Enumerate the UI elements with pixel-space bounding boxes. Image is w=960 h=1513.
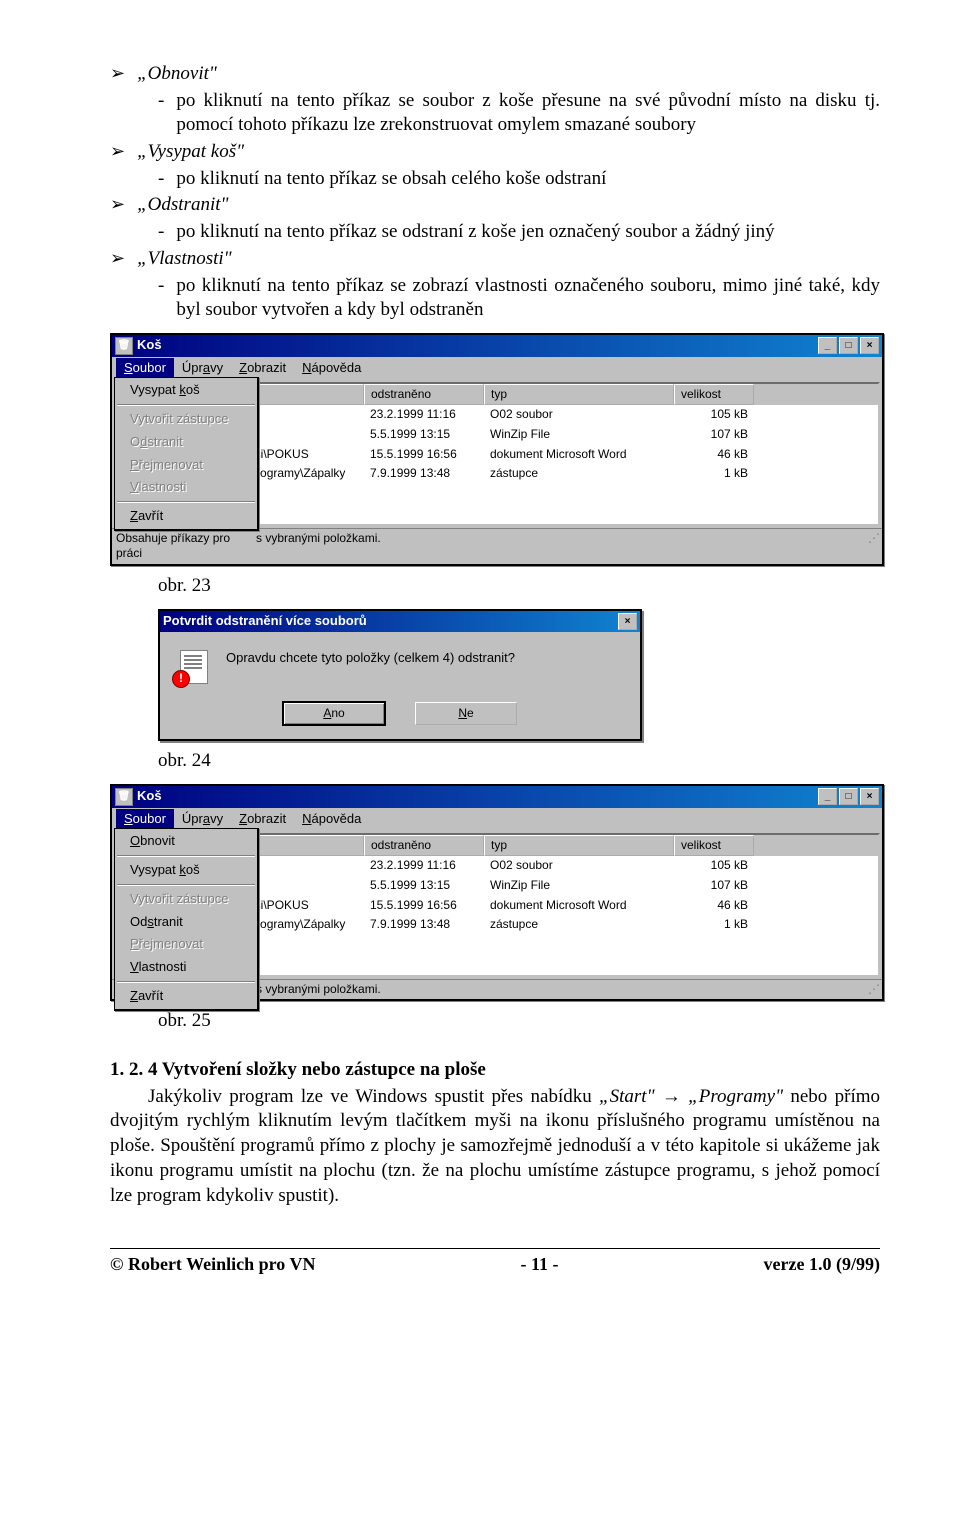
bullet-sub: po kliknutí na tento příkaz se odstraní … bbox=[176, 220, 774, 245]
section-paragraph: Jakýkoliv program lze ve Windows spustit… bbox=[110, 1085, 880, 1208]
menu-napoveda[interactable]: Nápověda bbox=[294, 358, 369, 379]
dd-zavrit[interactable]: Zavřít bbox=[116, 505, 256, 528]
col-size[interactable]: velikost bbox=[674, 384, 754, 406]
trash-icon: 🗑 bbox=[115, 788, 133, 806]
resize-grip-icon[interactable]: ⋰ bbox=[868, 982, 878, 998]
dd-odstranit[interactable]: Odstranit bbox=[116, 911, 256, 934]
col-deleted[interactable]: odstraněno bbox=[364, 384, 484, 406]
minimize-button[interactable]: _ bbox=[818, 337, 837, 354]
titlebar[interactable]: 🗑 Koš _ □ × bbox=[112, 335, 882, 357]
menu-soubor[interactable]: Soubor bbox=[116, 809, 174, 830]
dd-obnovit[interactable]: Obnovit bbox=[116, 830, 256, 853]
maximize-button[interactable]: □ bbox=[839, 788, 858, 805]
dd-odstranit: Odstranit bbox=[116, 431, 256, 454]
bullet-title: „Vlastnosti" bbox=[137, 247, 232, 272]
close-button[interactable]: × bbox=[860, 337, 879, 354]
kos-window-25: 🗑 Koš _ □ × Soubor Úpravy Zobrazit Nápov… bbox=[110, 784, 884, 1001]
minimize-button[interactable]: _ bbox=[818, 788, 837, 805]
bullet-arrow-icon: ➢ bbox=[110, 193, 125, 216]
menu-upravy[interactable]: Úpravy bbox=[174, 358, 231, 379]
figure-label-25: obr. 25 bbox=[158, 1009, 880, 1034]
dd-vytvorit: Vytvořit zástupce bbox=[116, 888, 256, 911]
close-button[interactable]: × bbox=[860, 788, 879, 805]
no-button[interactable]: Ne bbox=[415, 702, 517, 726]
yes-button[interactable]: Ano bbox=[283, 702, 385, 726]
bullet-arrow-icon: ➢ bbox=[110, 62, 125, 85]
bullet-sub: po kliknutí na tento příkaz se soubor z … bbox=[176, 89, 880, 138]
menu-zobrazit[interactable]: Zobrazit bbox=[231, 809, 294, 830]
window-title: Koš bbox=[137, 788, 162, 805]
menu-soubor[interactable]: Soubor bbox=[116, 358, 174, 379]
confirm-delete-dialog: Potvrdit odstranění více souborů × ! Opr… bbox=[158, 609, 642, 742]
bullet-title: „Obnovit" bbox=[137, 62, 217, 87]
dash-icon: - bbox=[158, 274, 164, 323]
bullet-title: „Odstranit" bbox=[137, 193, 228, 218]
page-footer: © Robert Weinlich pro VN - 11 - verze 1.… bbox=[110, 1248, 880, 1276]
titlebar[interactable]: 🗑 Koš _ □ × bbox=[112, 786, 882, 808]
soubor-dropdown: Vysypat koš Vytvořit zástupce Odstranit … bbox=[114, 377, 259, 531]
bullet-sub: po kliknutí na tento příkaz se obsah cel… bbox=[176, 167, 606, 192]
figure-label-23: obr. 23 bbox=[158, 574, 880, 599]
dd-vlastnosti: Vlastnosti bbox=[116, 476, 256, 499]
dd-prejmenovat: Přejmenovat bbox=[116, 454, 256, 477]
bullet-arrow-icon: ➢ bbox=[110, 140, 125, 163]
dash-icon: - bbox=[158, 89, 164, 138]
dash-icon: - bbox=[158, 167, 164, 192]
footer-center: - 11 - bbox=[521, 1253, 559, 1276]
col-type[interactable]: typ bbox=[484, 384, 674, 406]
menu-napoveda[interactable]: Nápověda bbox=[294, 809, 369, 830]
menu-zobrazit[interactable]: Zobrazit bbox=[231, 358, 294, 379]
footer-left: © Robert Weinlich pro VN bbox=[110, 1253, 315, 1276]
dd-prejmenovat: Přejmenovat bbox=[116, 933, 256, 956]
statusbar: Obsahuje příkazy pro práci s vybranými p… bbox=[112, 528, 882, 564]
col-deleted[interactable]: odstraněno bbox=[364, 835, 484, 857]
menu-upravy[interactable]: Úpravy bbox=[174, 809, 231, 830]
footer-right: verze 1.0 (9/99) bbox=[764, 1253, 880, 1276]
delete-files-icon: ! bbox=[174, 650, 210, 686]
dialog-text: Opravdu chcete tyto položky (celkem 4) o… bbox=[226, 650, 515, 667]
close-button[interactable]: × bbox=[618, 613, 637, 630]
trash-icon: 🗑 bbox=[115, 337, 133, 355]
col-type[interactable]: typ bbox=[484, 835, 674, 857]
bullet-title: „Vysypat koš" bbox=[137, 140, 244, 165]
dash-icon: - bbox=[158, 220, 164, 245]
dd-vytvorit: Vytvořit zástupce bbox=[116, 408, 256, 431]
section-heading: 1. 2. 4 Vytvoření složky nebo zástupce n… bbox=[110, 1058, 880, 1083]
window-title: Koš bbox=[137, 337, 162, 354]
dd-vlastnosti[interactable]: Vlastnosti bbox=[116, 956, 256, 979]
dd-zavrit[interactable]: Zavřít bbox=[116, 985, 256, 1008]
maximize-button[interactable]: □ bbox=[839, 337, 858, 354]
dialog-titlebar[interactable]: Potvrdit odstranění více souborů × bbox=[160, 611, 640, 632]
bullet-sub: po kliknutí na tento příkaz se zobrazí v… bbox=[176, 274, 880, 323]
soubor-dropdown: Obnovit Vysypat koš Vytvořit zástupce Od… bbox=[114, 828, 259, 1011]
dd-vysypat[interactable]: Vysypat koš bbox=[116, 859, 256, 882]
dd-vysypat[interactable]: Vysypat koš bbox=[116, 379, 256, 402]
col-size[interactable]: velikost bbox=[674, 835, 754, 857]
figure-label-24: obr. 24 bbox=[158, 749, 880, 774]
dialog-title: Potvrdit odstranění více souborů bbox=[163, 613, 367, 630]
bullet-arrow-icon: ➢ bbox=[110, 247, 125, 270]
resize-grip-icon[interactable]: ⋰ bbox=[868, 531, 878, 562]
kos-window-23: 🗑 Koš _ □ × Soubor Úpravy Zobrazit Nápov… bbox=[110, 333, 884, 566]
